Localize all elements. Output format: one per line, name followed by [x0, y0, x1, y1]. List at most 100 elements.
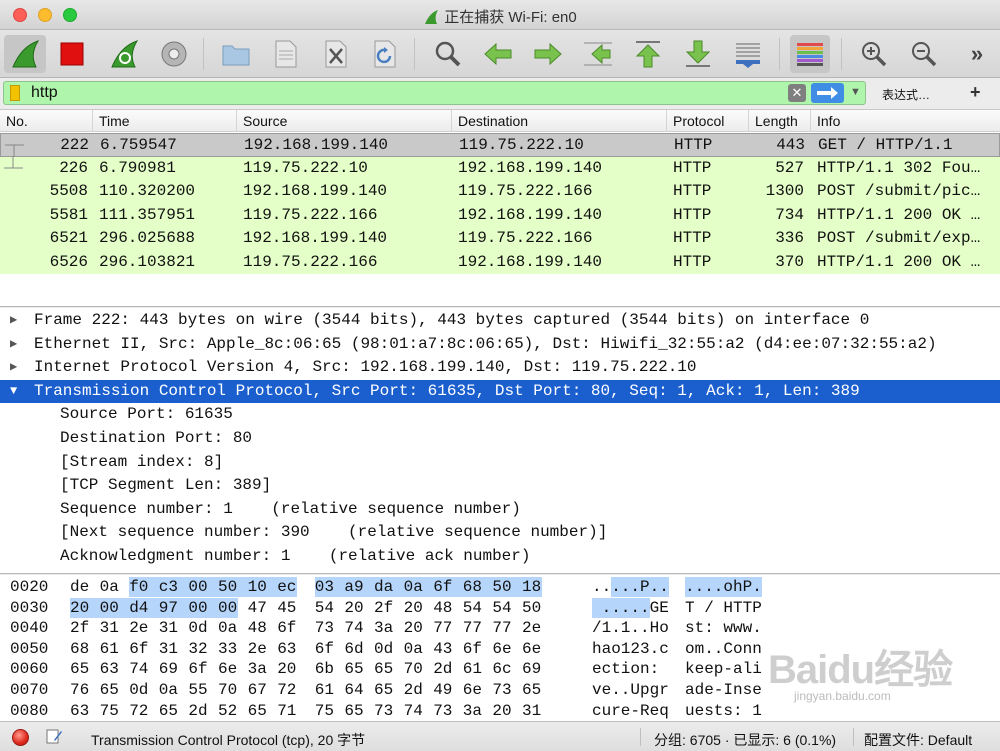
hex-ascii[interactable]: /1.1..Ho: [592, 618, 669, 638]
hex-ascii[interactable]: keep-ali: [685, 659, 762, 679]
hex-byte[interactable]: 50: [492, 577, 522, 597]
hex-byte[interactable]: 20: [404, 598, 424, 618]
hex-byte[interactable]: 65: [248, 701, 268, 721]
detail-field-row[interactable]: Acknowledgment number: 1 (relative ack n…: [0, 545, 1000, 569]
hex-byte[interactable]: 70: [218, 680, 238, 700]
hex-byte[interactable]: 76: [70, 680, 90, 700]
hex-byte[interactable]: 6b: [315, 659, 335, 679]
hex-byte[interactable]: 3a: [374, 618, 394, 638]
hex-byte[interactable]: 77: [433, 618, 453, 638]
hex-byte[interactable]: 32: [188, 639, 208, 659]
hex-byte[interactable]: 72: [277, 680, 297, 700]
stop-capture-button[interactable]: [52, 35, 92, 73]
hex-byte[interactable]: 3a: [463, 701, 483, 721]
hex-byte[interactable]: 6f: [463, 639, 483, 659]
packet-row[interactable]: 222 6.759547 192.168.199.140 119.75.222.10 H…: [0, 133, 1000, 157]
hex-byte[interactable]: 63: [277, 639, 297, 659]
detail-protocol-row[interactable]: ▶ Ethernet II, Src: Apple_8c:06:65 (98:01…: [0, 333, 1000, 357]
hex-row[interactable]: 0070 76 65 0d 0a 55 70 67 72 61 64 65 2d 49 6e 73 65 ve..…: [0, 680, 1000, 701]
hex-byte[interactable]: 6f: [433, 577, 463, 597]
hex-byte[interactable]: 54: [315, 598, 335, 618]
hex-ascii[interactable]: ...P..: [611, 577, 669, 597]
hex-byte[interactable]: 20: [492, 701, 512, 721]
detail-protocol-row[interactable]: ▶ Frame 222: 443 bytes on wire (3544 bits…: [0, 309, 1000, 333]
hex-byte[interactable]: 6f: [277, 618, 297, 638]
hex-ascii[interactable]: ..: [592, 577, 611, 597]
start-capture-button[interactable]: [4, 35, 46, 73]
packet-row[interactable]: 5581 111.357951 119.75.222.166 192.168.199.…: [0, 203, 1000, 227]
hex-byte[interactable]: 50: [218, 577, 248, 597]
hex-byte[interactable]: 00: [188, 577, 218, 597]
hex-byte[interactable]: 61: [315, 680, 335, 700]
column-header-destination[interactable]: Destination: [452, 110, 667, 132]
hex-byte[interactable]: 2e: [248, 639, 268, 659]
hex-byte[interactable]: 0a: [100, 577, 130, 597]
hex-byte[interactable]: 00: [218, 597, 238, 618]
hex-byte[interactable]: 65: [100, 680, 120, 700]
hex-byte[interactable]: 3a: [248, 659, 268, 679]
expression-button[interactable]: 表达式…: [882, 86, 930, 103]
hex-row[interactable]: 0060 65 63 74 69 6f 6e 3a 20 6b 65 65 70 2d 61 6c 69 ecti…: [0, 659, 1000, 680]
hex-byte[interactable]: 00: [188, 597, 218, 618]
hex-byte[interactable]: 2f: [374, 598, 394, 618]
hex-byte[interactable]: ec: [277, 577, 298, 597]
hex-byte[interactable]: 6f: [188, 659, 208, 679]
hex-byte[interactable]: 6c: [492, 659, 512, 679]
hex-byte[interactable]: 0a: [404, 639, 424, 659]
go-forward-button[interactable]: [528, 35, 568, 73]
hex-byte[interactable]: de: [70, 577, 90, 597]
column-header-length[interactable]: Length: [749, 110, 811, 132]
add-filter-button[interactable]: +: [970, 82, 981, 103]
zoom-out-button[interactable]: [904, 35, 944, 73]
hex-byte[interactable]: 61: [463, 659, 483, 679]
hex-byte[interactable]: 6e: [522, 639, 542, 659]
hex-ascii[interactable]: ection:: [592, 659, 669, 679]
hex-byte[interactable]: 49: [433, 680, 453, 700]
hex-ascii[interactable]: GE: [650, 598, 669, 618]
column-header-protocol[interactable]: Protocol: [667, 110, 749, 132]
hex-byte[interactable]: 0a: [159, 680, 179, 700]
capture-options-button[interactable]: [154, 35, 194, 73]
hex-byte[interactable]: 54: [492, 598, 512, 618]
hex-byte[interactable]: 69: [159, 659, 179, 679]
hex-byte[interactable]: 2d: [433, 659, 453, 679]
clear-filter-icon[interactable]: ✕: [788, 84, 806, 102]
hex-byte[interactable]: 0a: [218, 618, 238, 638]
hex-row[interactable]: 0080 63 75 72 65 2d 52 65 71 75 65 73 74 73 3a 20 31 cure…: [0, 701, 1000, 722]
hex-byte[interactable]: 0a: [403, 577, 434, 597]
hex-byte[interactable]: 73: [315, 618, 335, 638]
hex-byte[interactable]: 33: [218, 639, 238, 659]
hex-byte[interactable]: 6e: [218, 659, 238, 679]
hex-byte[interactable]: 03: [314, 577, 345, 597]
hex-ascii[interactable]: ....ohP.: [685, 577, 762, 597]
hex-byte[interactable]: 50: [522, 598, 542, 618]
hex-byte[interactable]: 6d: [344, 639, 364, 659]
hex-byte[interactable]: 73: [374, 701, 394, 721]
hex-byte[interactable]: 77: [492, 618, 512, 638]
hex-ascii[interactable]: uests: 1: [685, 701, 762, 721]
capture-comment-icon[interactable]: [46, 728, 62, 744]
hex-byte[interactable]: 31: [100, 618, 120, 638]
hex-byte[interactable]: 6f: [315, 639, 335, 659]
hex-byte[interactable]: 2e: [522, 618, 542, 638]
expert-info-icon[interactable]: [12, 729, 29, 746]
hex-byte[interactable]: 68: [462, 577, 493, 597]
bookmark-icon[interactable]: [10, 85, 20, 101]
reload-file-button[interactable]: [365, 35, 405, 73]
hex-byte[interactable]: 2e: [129, 618, 149, 638]
hex-byte[interactable]: c3: [158, 577, 189, 597]
hex-byte[interactable]: f0: [129, 577, 159, 597]
hex-byte[interactable]: 65: [374, 659, 394, 679]
hex-byte[interactable]: da: [374, 577, 404, 597]
hex-byte[interactable]: 74: [344, 618, 364, 638]
detail-field-row[interactable]: [Next sequence number: 390 (relative seq…: [0, 521, 1000, 545]
hex-byte[interactable]: 55: [188, 680, 208, 700]
hex-byte[interactable]: 70: [404, 659, 424, 679]
hex-byte[interactable]: 2d: [188, 701, 208, 721]
colorize-button[interactable]: [790, 35, 830, 73]
collapsed-triangle-icon[interactable]: ▶: [10, 333, 17, 356]
hex-byte[interactable]: 63: [70, 701, 90, 721]
detail-field-row[interactable]: Sequence number: 1 (relative sequence nu…: [0, 498, 1000, 522]
hex-byte[interactable]: 31: [159, 618, 179, 638]
hex-byte[interactable]: 6e: [492, 639, 512, 659]
